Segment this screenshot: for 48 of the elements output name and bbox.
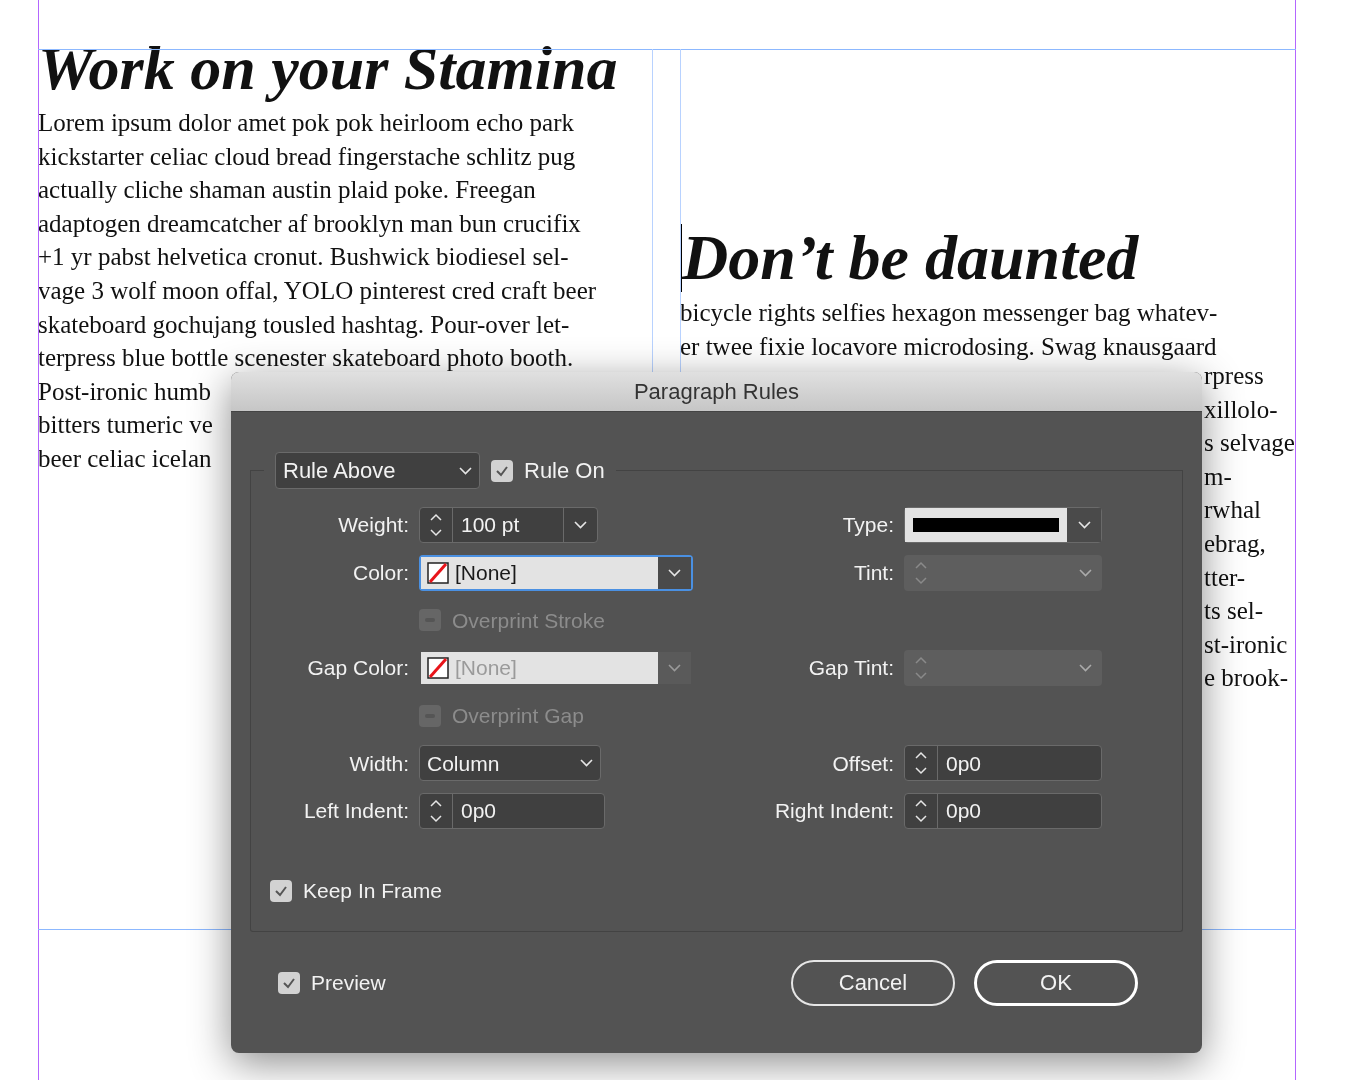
chevron-down-icon bbox=[1078, 664, 1092, 673]
none-swatch-icon bbox=[427, 657, 449, 680]
chevron-down-icon bbox=[668, 568, 681, 577]
field-label: Offset: bbox=[831, 750, 894, 777]
heading: Don’t be daunted bbox=[682, 221, 1139, 295]
field-label: Tint: bbox=[852, 559, 894, 586]
field-label: Color: bbox=[351, 559, 409, 586]
width-select[interactable]: Column bbox=[419, 745, 601, 782]
field-label: Right Indent: bbox=[773, 798, 894, 825]
checkbox-label: Preview bbox=[311, 969, 386, 996]
chevron-down-icon bbox=[580, 759, 593, 768]
paragraph-text: rpress xillolo- s selvage m- rwhal ebrag, tter- ts sel- st-ironic e brook- bbox=[1204, 361, 1295, 694]
paragraph-text: Post-ironic humb bitters tumeric ve beer celiac icelan bbox=[38, 376, 213, 474]
type-select[interactable] bbox=[904, 507, 1102, 543]
field-label: Left Indent: bbox=[302, 798, 409, 825]
chevron-down-icon bbox=[1078, 568, 1092, 577]
cancel-button[interactable]: Cancel bbox=[791, 959, 955, 1006]
stepper-icon[interactable] bbox=[914, 750, 928, 777]
chevron-down-icon bbox=[574, 521, 587, 529]
chevron-down-icon bbox=[668, 664, 681, 673]
checkbox-label: Overprint Gap bbox=[452, 703, 584, 729]
paragraph-text: Lorem ipsum dolor amet pok pok heirloom echo park kickstarter celiac cloud bread fingerstache schlitz pug actually cliche shaman austin plaid poke. Freegan adaptogen dreamcatcher af brooklyn man bun crucifix +1 yr pabst helvetica cronut. Bushwick biodiesel sel- vage 3 wolf moon offal, YOLO pinterest cred craft beer skateboard gochujang tousled hashtag. Pour-over let- terpress blue bottle scenester skateboard photo booth. bbox=[38, 108, 598, 374]
field-label: Type: bbox=[841, 512, 894, 539]
none-swatch-icon bbox=[427, 561, 449, 584]
chevron-down-icon bbox=[459, 466, 472, 475]
stepper-icon[interactable] bbox=[429, 798, 443, 825]
spinner-field[interactable]: 0p0 bbox=[904, 793, 1102, 830]
checkbox-label: Overprint Stroke bbox=[452, 607, 605, 634]
field-label: Gap Color: bbox=[306, 655, 409, 682]
spinner-field[interactable]: 0p0 bbox=[419, 793, 605, 830]
spinner-field[interactable]: 0p0 bbox=[904, 745, 1102, 782]
field-label: Width: bbox=[348, 750, 409, 777]
checkbox-label: Keep In Frame bbox=[303, 878, 442, 905]
chevron-down-icon bbox=[1077, 521, 1091, 529]
checkbox-label: Rule On bbox=[524, 457, 605, 485]
dialog-title: Paragraph Rules bbox=[633, 378, 800, 406]
ok-button[interactable]: OK bbox=[974, 959, 1138, 1006]
stepper-icon[interactable] bbox=[429, 512, 443, 538]
checkbox[interactable] bbox=[278, 971, 300, 994]
heading: Work on your Stamina bbox=[38, 33, 619, 104]
rule-select[interactable]: Rule Above bbox=[275, 452, 480, 489]
field-label: Gap Tint: bbox=[807, 655, 894, 682]
stepper-icon[interactable] bbox=[914, 798, 928, 825]
checkbox[interactable] bbox=[491, 459, 513, 482]
color-field[interactable]: [None] bbox=[419, 554, 693, 591]
checkbox[interactable] bbox=[270, 879, 292, 902]
weight-field[interactable]: 100 pt bbox=[419, 507, 598, 543]
field-label: Weight: bbox=[337, 512, 409, 539]
